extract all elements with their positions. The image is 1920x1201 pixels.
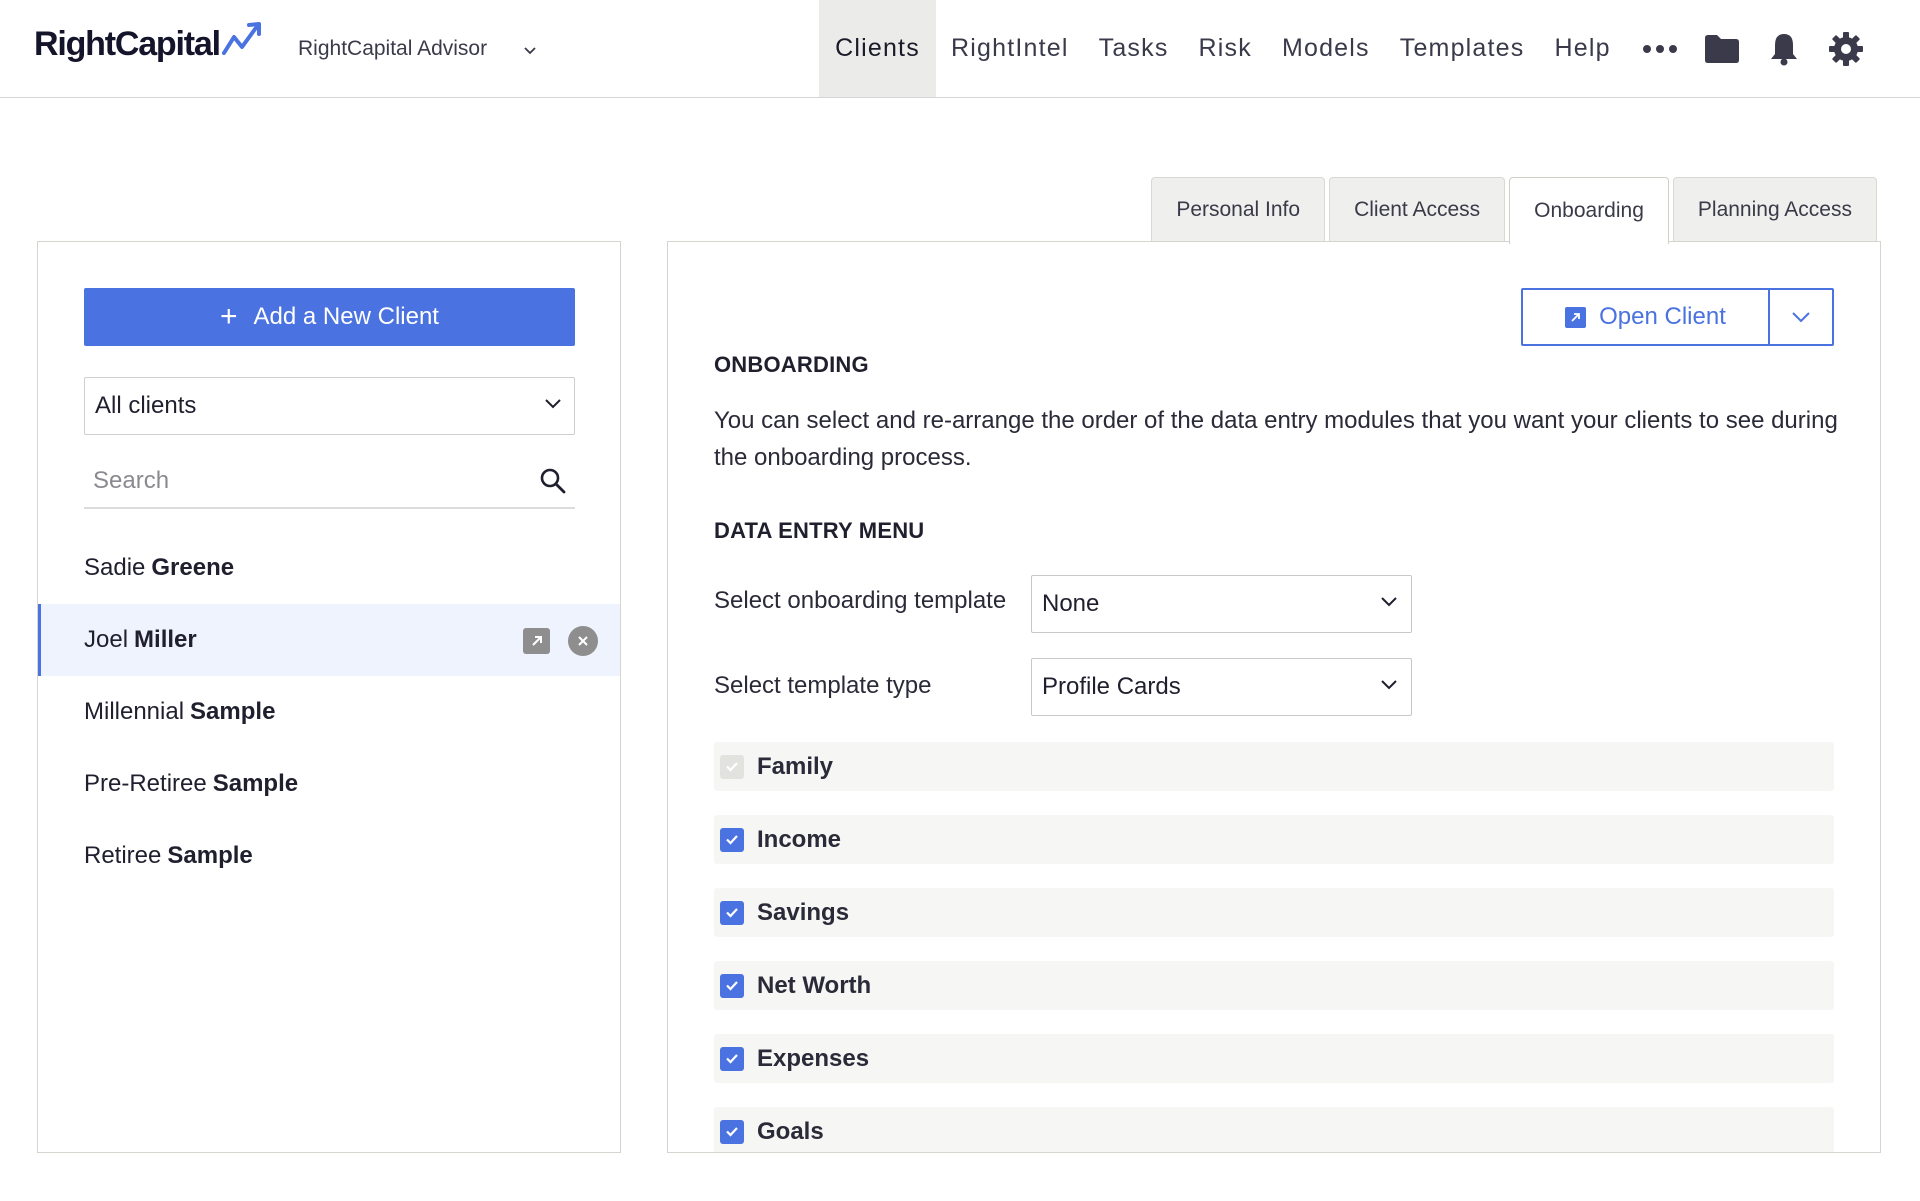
onboarding-template-value: None (1042, 590, 1100, 617)
client-row-retiree-sample[interactable]: Retiree Sample (38, 820, 620, 892)
module-label: Savings (757, 898, 850, 926)
module-label: Goals (757, 1117, 824, 1145)
template-type-value: Profile Cards (1042, 673, 1181, 700)
client-row-millennial-sample[interactable]: Millennial Sample (38, 676, 620, 748)
module-row-net-worth[interactable]: Net Worth (714, 961, 1834, 1010)
checkbox-goals[interactable] (720, 1119, 744, 1144)
checkbox-expenses[interactable] (720, 1046, 744, 1071)
client-row-sadie-greene[interactable]: Sadie Greene (38, 532, 620, 604)
module-row-savings[interactable]: Savings (714, 888, 1834, 937)
nav-models[interactable]: Models (1267, 0, 1385, 97)
logo-arrow-icon (221, 22, 261, 55)
client-row-joel-miller[interactable]: Joel Miller (38, 604, 620, 676)
open-client-label: Open Client (1599, 303, 1726, 330)
client-search (84, 455, 575, 509)
tab-client-access[interactable]: Client Access (1329, 177, 1506, 242)
client-last-name: Sample (190, 698, 276, 725)
client-first-name: Retiree (84, 842, 162, 869)
onboarding-description: You can select and re-arrange the order … (714, 407, 1838, 471)
chevron-down-icon (1792, 312, 1810, 323)
chevron-down-icon (524, 47, 536, 55)
nav-help[interactable]: Help (1540, 0, 1626, 97)
checkbox-family (720, 754, 744, 779)
plus-icon: + (220, 300, 238, 333)
tab-planning-access[interactable]: Planning Access (1672, 177, 1877, 242)
nav-risk[interactable]: Risk (1184, 0, 1267, 97)
tab-personal-info[interactable]: Personal Info (1151, 177, 1326, 242)
folder-icon[interactable] (1702, 29, 1742, 69)
advisor-name: RightCapital Advisor (298, 37, 488, 60)
checkbox-net-worth[interactable] (720, 973, 744, 998)
nav-icon-group (1640, 0, 1888, 97)
client-last-name: Miller (134, 626, 197, 653)
module-label: Family (757, 752, 834, 780)
module-label: Income (757, 825, 842, 853)
module-row-income[interactable]: Income (714, 815, 1834, 864)
client-last-name: Greene (151, 554, 235, 581)
client-detail-tabs: Personal Info Client Access Onboarding P… (1147, 177, 1877, 244)
logo-text: RightCapital (34, 24, 221, 63)
client-first-name: Pre-Retiree (84, 770, 207, 797)
onboarding-template-label: Select onboarding template (714, 587, 1007, 614)
remove-client-icon[interactable] (568, 626, 598, 656)
open-client-dropdown-button[interactable] (1770, 290, 1832, 344)
data-entry-module-list: Family Income Savings Net Worth Expenses (714, 742, 1834, 1152)
chevron-down-icon (1381, 597, 1397, 607)
data-entry-menu-heading: DATA ENTRY MENU (714, 518, 925, 543)
client-filter-value: All clients (95, 392, 197, 419)
gear-icon[interactable] (1826, 29, 1866, 69)
client-first-name: Joel (84, 626, 129, 653)
client-first-name: Millennial (84, 698, 185, 725)
client-list-panel: + Add a New Client All clients SadieGree… (37, 241, 621, 1153)
client-last-name: Sample (212, 770, 299, 797)
add-new-client-label: Add a New Client (253, 303, 439, 330)
add-new-client-button[interactable]: + Add a New Client (84, 288, 575, 346)
search-icon[interactable] (539, 467, 567, 495)
rightcapital-logo[interactable]: RightCapital (34, 22, 264, 64)
open-client-split-button: Open Client (1521, 288, 1834, 346)
open-external-icon[interactable] (523, 628, 550, 654)
module-row-expenses[interactable]: Expenses (714, 1034, 1834, 1083)
onboarding-template-select[interactable]: None (1031, 575, 1412, 633)
client-filter-select[interactable]: All clients (84, 377, 575, 435)
client-row-actions (523, 626, 598, 656)
more-icon[interactable] (1640, 29, 1680, 69)
tab-onboarding[interactable]: Onboarding (1509, 177, 1669, 244)
template-type-select[interactable]: Profile Cards (1031, 658, 1412, 716)
onboarding-heading: ONBOARDING (714, 352, 869, 377)
onboarding-panel: Open Client ONBOARDING You can select an… (667, 241, 1881, 1153)
module-label: Net Worth (757, 971, 872, 999)
nav-rightintel[interactable]: RightIntel (936, 0, 1084, 97)
client-row-pre-retiree-sample[interactable]: Pre-Retiree Sample (38, 748, 620, 820)
module-row-family[interactable]: Family (714, 742, 1834, 791)
search-input[interactable] (84, 467, 524, 495)
module-row-goals[interactable]: Goals (714, 1107, 1834, 1152)
open-external-icon (1565, 306, 1587, 328)
chevron-down-icon (1381, 680, 1397, 690)
module-label: Expenses (757, 1044, 870, 1072)
advisor-switcher[interactable]: RightCapital Advisor (298, 37, 537, 61)
nav-clients[interactable]: Clients (819, 0, 936, 97)
top-navigation-bar: RightCapital RightCapital Advisor Client… (0, 0, 1920, 98)
main-nav: Clients RightIntel Tasks Risk Models Tem… (819, 0, 1626, 97)
bell-icon[interactable] (1764, 29, 1804, 69)
client-last-name: Sample (167, 842, 253, 869)
template-type-label: Select template type (714, 672, 932, 699)
client-first-name: Sadie (84, 554, 146, 581)
chevron-down-icon (545, 399, 561, 409)
checkbox-income[interactable] (720, 827, 744, 852)
nav-templates[interactable]: Templates (1385, 0, 1540, 97)
checkbox-savings[interactable] (720, 900, 744, 925)
nav-tasks[interactable]: Tasks (1084, 0, 1184, 97)
open-client-button[interactable]: Open Client (1523, 290, 1770, 344)
client-list: Sadie Greene Joel Miller Millennial Sample … (38, 532, 620, 892)
